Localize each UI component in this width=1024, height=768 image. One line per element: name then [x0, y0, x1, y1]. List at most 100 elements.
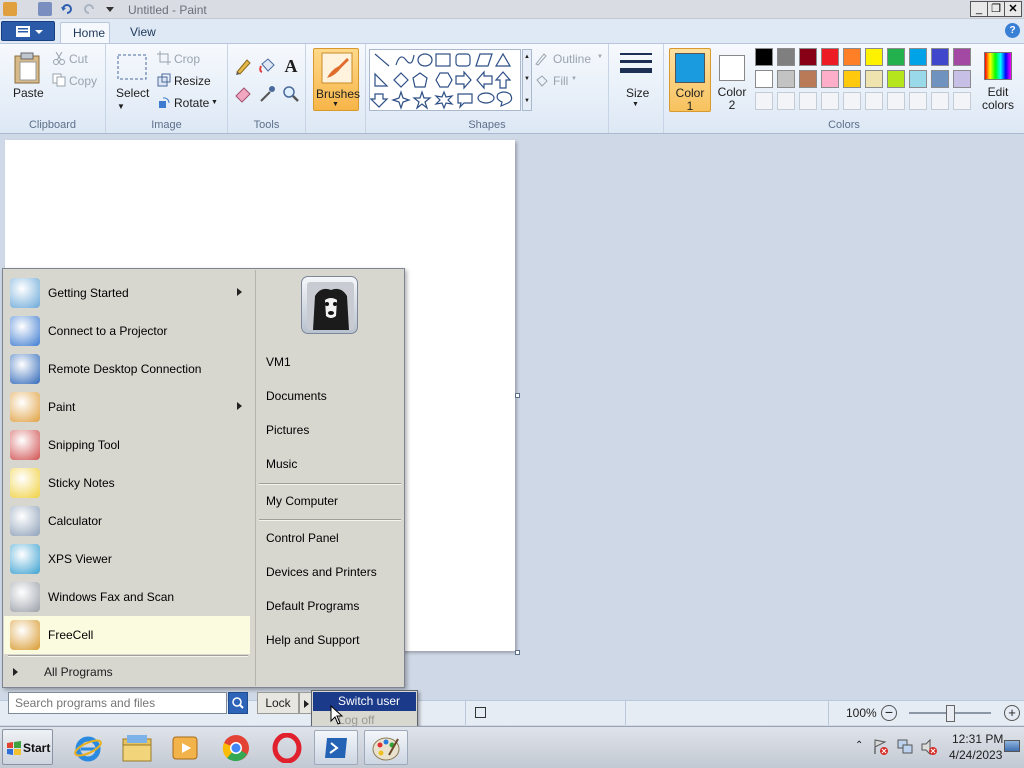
- action-center-flag-icon[interactable]: [872, 738, 890, 756]
- fill-bucket-icon[interactable]: [257, 56, 277, 76]
- brushes-button[interactable]: Brushes ▼: [313, 48, 360, 111]
- program-item[interactable]: XPS Viewer: [4, 540, 250, 578]
- tab-view[interactable]: View: [118, 22, 168, 44]
- network-icon[interactable]: [896, 738, 914, 756]
- lock-button[interactable]: Lock: [257, 692, 299, 714]
- volume-muted-icon[interactable]: [920, 738, 938, 756]
- place-pictures[interactable]: Pictures: [266, 423, 309, 437]
- palette-swatch[interactable]: [843, 48, 861, 66]
- redo-quick-icon[interactable]: [82, 2, 96, 16]
- program-item[interactable]: Windows Fax and Scan: [4, 578, 250, 616]
- palette-swatch[interactable]: [865, 70, 883, 88]
- pencil-icon[interactable]: [233, 56, 253, 76]
- palette-swatch[interactable]: [865, 48, 883, 66]
- palette-custom-slot[interactable]: [843, 92, 861, 110]
- copy-button[interactable]: Copy: [69, 74, 97, 88]
- restore-button[interactable]: ❐: [987, 1, 1005, 17]
- palette-swatch[interactable]: [931, 70, 949, 88]
- color2-button[interactable]: Color 2: [713, 48, 751, 112]
- palette-swatch[interactable]: [931, 48, 949, 66]
- program-item[interactable]: Sticky Notes: [4, 464, 250, 502]
- palette-custom-slot[interactable]: [909, 92, 927, 110]
- taskbar-file-explorer[interactable]: [115, 730, 159, 765]
- program-item[interactable]: Calculator: [4, 502, 250, 540]
- clock-time[interactable]: 12:31 PM: [952, 732, 1003, 746]
- select-icon[interactable]: [117, 54, 147, 83]
- select-dropdown-icon[interactable]: ▼: [117, 102, 125, 111]
- rotate-dropdown-icon[interactable]: ▼: [211, 99, 218, 106]
- text-tool-icon[interactable]: A: [281, 56, 301, 76]
- place-devices-printers[interactable]: Devices and Printers: [266, 565, 377, 579]
- paste-button[interactable]: Paste: [13, 86, 44, 100]
- start-search-input[interactable]: [9, 693, 226, 713]
- palette-swatch[interactable]: [755, 70, 773, 88]
- palette-swatch[interactable]: [887, 70, 905, 88]
- scroll-up-icon[interactable]: ▲: [524, 54, 530, 60]
- program-item[interactable]: Snipping Tool: [4, 426, 250, 464]
- paint-menu-button[interactable]: [1, 21, 55, 41]
- shapes-gallery[interactable]: [369, 49, 521, 111]
- shapes-more-icon[interactable]: ▼: [524, 98, 530, 104]
- canvas-resize-handle-right[interactable]: [515, 393, 520, 398]
- zoom-out-button[interactable]: −: [881, 705, 897, 721]
- size-button[interactable]: Size: [626, 86, 649, 100]
- cut-button[interactable]: Cut: [69, 52, 88, 66]
- size-dropdown-icon[interactable]: ▼: [632, 101, 639, 108]
- undo-quick-icon[interactable]: [60, 2, 74, 16]
- paint-app-icon[interactable]: [3, 2, 17, 16]
- palette-swatch[interactable]: [887, 48, 905, 66]
- edit-colors-button[interactable]: Edit colors: [976, 48, 1020, 112]
- canvas-resize-handle-corner[interactable]: [515, 650, 520, 655]
- palette-swatch[interactable]: [953, 48, 971, 66]
- outline-dropdown-icon[interactable]: ▼: [597, 54, 603, 60]
- start-search-box[interactable]: [8, 692, 227, 714]
- place-user-folder[interactable]: VM1: [266, 355, 291, 369]
- tab-home[interactable]: Home: [60, 22, 110, 44]
- customize-quick-access-icon[interactable]: [103, 2, 117, 16]
- eraser-icon[interactable]: [233, 84, 253, 104]
- program-item[interactable]: FreeCell: [4, 616, 250, 654]
- palette-swatch[interactable]: [909, 70, 927, 88]
- palette-swatch[interactable]: [843, 70, 861, 88]
- crop-button[interactable]: Crop: [174, 52, 200, 66]
- place-help-support[interactable]: Help and Support: [266, 633, 359, 647]
- program-item[interactable]: Getting Started: [4, 274, 250, 312]
- outline-button[interactable]: Outline: [553, 52, 591, 66]
- place-control-panel[interactable]: Control Panel: [266, 531, 339, 545]
- palette-custom-slot[interactable]: [821, 92, 839, 110]
- save-quick-icon[interactable]: [38, 2, 52, 16]
- place-documents[interactable]: Documents: [266, 389, 327, 403]
- taskbar-opera[interactable]: [265, 730, 309, 765]
- palette-custom-slot[interactable]: [755, 92, 773, 110]
- switch-user-item[interactable]: Switch user: [313, 692, 416, 711]
- taskbar-chrome[interactable]: [214, 730, 258, 765]
- place-default-programs[interactable]: Default Programs: [266, 599, 359, 613]
- minimize-button[interactable]: _: [970, 1, 988, 17]
- place-my-computer[interactable]: My Computer: [266, 494, 338, 508]
- program-item[interactable]: Remote Desktop Connection: [4, 350, 250, 388]
- program-item[interactable]: Paint: [4, 388, 250, 426]
- size-icon[interactable]: [620, 51, 652, 82]
- paste-icon[interactable]: [13, 52, 41, 87]
- palette-swatch[interactable]: [777, 70, 795, 88]
- color-picker-icon[interactable]: [257, 84, 277, 104]
- palette-custom-slot[interactable]: [799, 92, 817, 110]
- select-button[interactable]: Select: [116, 86, 149, 100]
- search-icon[interactable]: [228, 692, 248, 714]
- palette-swatch[interactable]: [821, 70, 839, 88]
- palette-swatch[interactable]: [777, 48, 795, 66]
- fill-button[interactable]: Fill: [553, 74, 568, 88]
- all-programs-item[interactable]: All Programs: [4, 660, 250, 684]
- clock-date[interactable]: 4/24/2023: [949, 748, 1002, 762]
- color1-button[interactable]: Color 1: [669, 48, 711, 113]
- start-button[interactable]: Start: [2, 729, 53, 765]
- magnifier-icon[interactable]: [281, 84, 301, 104]
- palette-swatch[interactable]: [755, 48, 773, 66]
- scroll-down-icon[interactable]: ▼: [524, 76, 530, 82]
- palette-custom-slot[interactable]: [865, 92, 883, 110]
- palette-swatch[interactable]: [953, 70, 971, 88]
- taskbar-powershell[interactable]: [314, 730, 358, 765]
- palette-swatch[interactable]: [821, 48, 839, 66]
- resize-button[interactable]: Resize: [174, 74, 211, 88]
- program-item[interactable]: Connect to a Projector: [4, 312, 250, 350]
